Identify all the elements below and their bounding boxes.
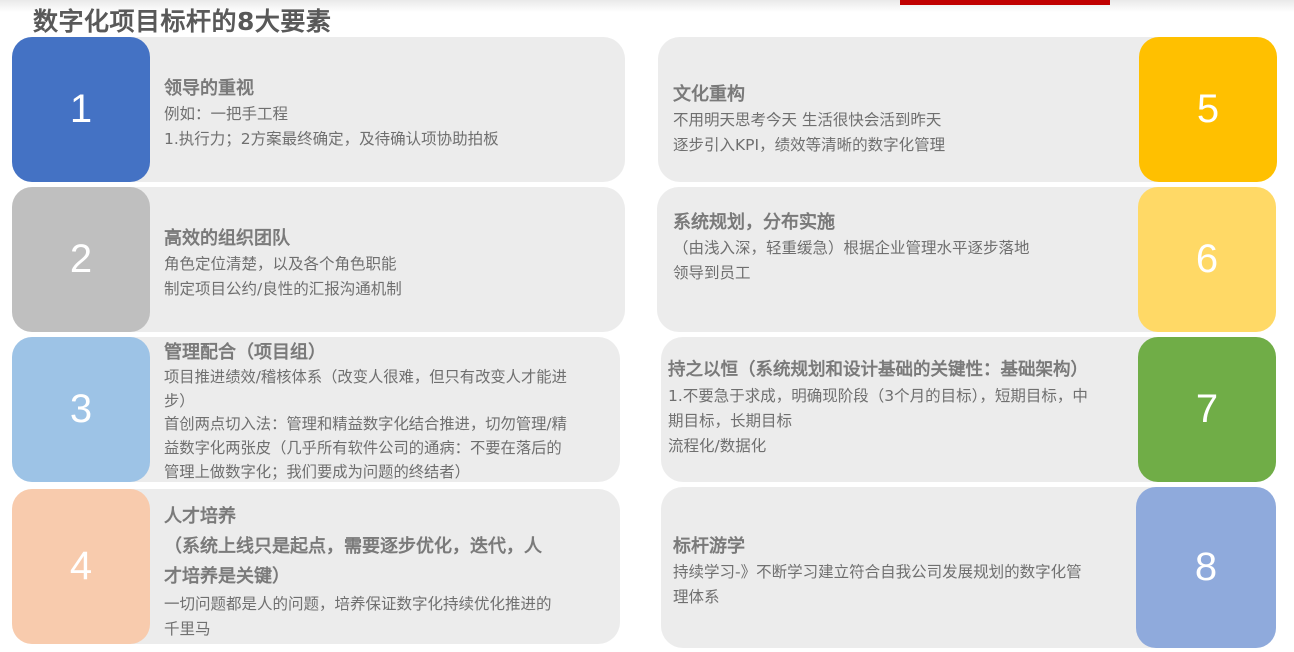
element-line: 1.执行力；2方案最终确定，及待确认项协助拍板 — [164, 130, 499, 148]
element-line: 首创两点切入法：管理和精益数字化结合推进，切勿管理/精 — [164, 415, 567, 434]
element-text-1: 领导的重视 例如：一把手工程 1.执行力；2方案最终确定，及待确认项协助拍板 — [164, 75, 619, 152]
element-heading-line: 才培养是关键） — [164, 566, 290, 587]
element-line: 一切问题都是人的问题，培养保证数字化持续优化推进的 — [164, 595, 552, 613]
element-heading: 持之以恒（系统规划和设计基础的关键性：基础架构） — [668, 360, 1088, 380]
element-line: 1.不要急于求成，明确现阶段（3个月的目标），短期目标，中 — [668, 387, 1088, 405]
number-label: 3 — [69, 387, 93, 431]
red-accent-bar — [900, 0, 1110, 5]
element-heading: 管理配合（项目组） — [164, 342, 326, 363]
element-line: （由浅入深，轻重缓急）根据企业管理水平逐步落地 — [673, 239, 1030, 257]
element-line: 项目推进绩效/稽核体系（改变人很难，但只有改变人才能进 — [164, 368, 567, 386]
element-line: 角色定位清楚，以及各个角色职能 — [164, 255, 397, 273]
element-line: 制定项目公约/良性的汇报沟通机制 — [164, 280, 402, 298]
element-text-8: 标杆游学 持续学习-》不断学习建立符合自我公司发展规划的数字化管 理体系 — [673, 533, 1133, 610]
element-text-3: 管理配合（项目组） 项目推进绩效/稽核体系（改变人很难，但只有改变人才能进 步）… — [164, 340, 620, 485]
element-heading: 领导的重视 — [164, 78, 254, 99]
element-text-6: 系统规划，分布实施 （由浅入深，轻重缓急）根据企业管理水平逐步落地 领导到员工 — [673, 209, 1133, 286]
number-box-2: 2 — [12, 187, 150, 332]
element-line: 步） — [164, 391, 195, 410]
element-heading: 人才培养 — [164, 506, 236, 527]
number-box-1: 1 — [12, 37, 150, 182]
number-box-6: 6 — [1138, 187, 1276, 332]
number-label: 7 — [1195, 387, 1219, 431]
element-heading-line: （系统上线只是起点，需要逐步优化，迭代，人 — [164, 536, 542, 557]
number-label: 2 — [69, 237, 93, 281]
number-box-5: 5 — [1139, 37, 1277, 182]
number-box-7: 7 — [1138, 337, 1276, 482]
element-heading: 文化重构 — [673, 84, 745, 105]
element-line: 流程化/数据化 — [668, 437, 767, 455]
page-title: 数字化项目标杆的8大要素 — [33, 7, 332, 36]
element-text-5: 文化重构 不用明天思考今天 生活很快会活到昨天 逐步引入KPI，绩效等清晰的数字… — [673, 81, 1133, 158]
element-line: 管理上做数字化；我们要成为问题的终结者） — [164, 462, 470, 481]
number-label: 6 — [1195, 237, 1219, 281]
element-line: 逐步引入KPI，绩效等清晰的数字化管理 — [673, 136, 946, 154]
element-line: 千里马 — [164, 620, 211, 638]
number-label: 8 — [1194, 545, 1218, 589]
element-line: 不用明天思考今天 生活很快会活到昨天 — [673, 111, 942, 129]
element-line: 持续学习-》不断学习建立符合自我公司发展规划的数字化管 — [673, 563, 1082, 581]
number-box-8: 8 — [1136, 487, 1276, 648]
element-line: 理体系 — [673, 588, 720, 606]
element-line: 例如：一把手工程 — [164, 105, 289, 123]
number-box-4: 4 — [12, 489, 150, 644]
element-heading: 高效的组织团队 — [164, 228, 290, 249]
element-line: 期目标，长期目标 — [668, 412, 793, 430]
element-text-7: 持之以恒（系统规划和设计基础的关键性：基础架构） 1.不要急于求成，明确现阶段（… — [668, 357, 1138, 459]
number-label: 4 — [69, 544, 93, 588]
number-label: 1 — [69, 87, 93, 131]
element-text-2: 高效的组织团队 角色定位清楚，以及各个角色职能 制定项目公约/良性的汇报沟通机制 — [164, 225, 619, 302]
element-text-4: 人才培养 （系统上线只是起点，需要逐步优化，迭代，人 才培养是关键） 一切问题都… — [164, 502, 614, 642]
number-label: 5 — [1196, 87, 1220, 131]
element-line: 领导到员工 — [673, 264, 751, 282]
element-line: 益数字化两张皮（几乎所有软件公司的通病：不要在落后的 — [164, 439, 562, 458]
element-heading: 标杆游学 — [673, 536, 745, 557]
number-box-3: 3 — [12, 337, 150, 482]
element-heading: 系统规划，分布实施 — [673, 212, 835, 233]
